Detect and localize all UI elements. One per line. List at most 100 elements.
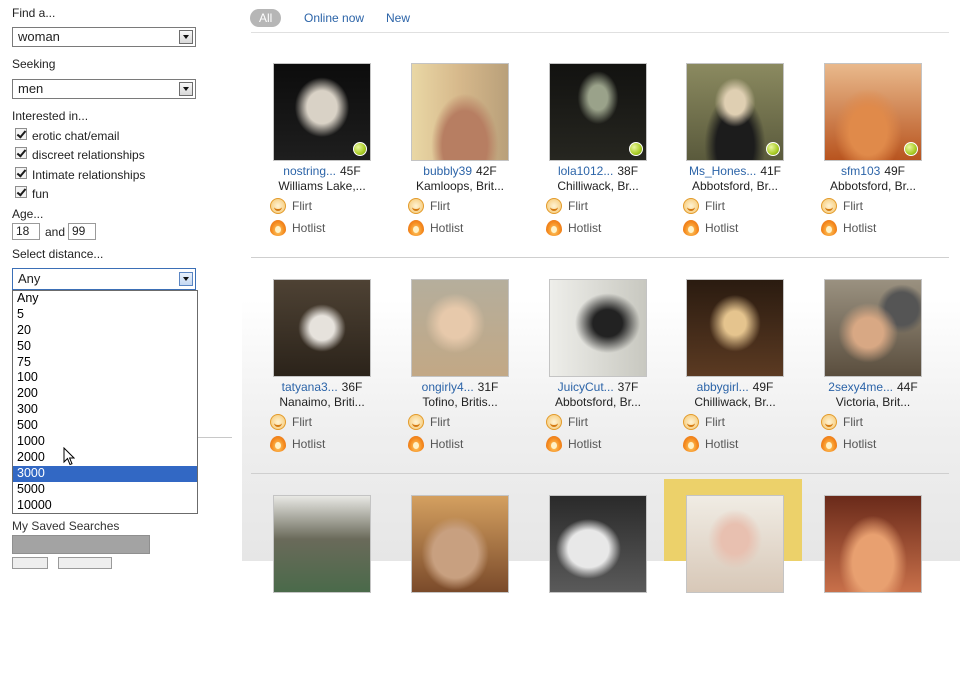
profile-photo[interactable] xyxy=(549,63,647,161)
profile-card[interactable]: Ms_Hones... 41F Abbotsford, Br... Flirt Hotl… xyxy=(677,63,797,253)
distance-option[interactable]: 3000 xyxy=(13,465,197,482)
tab-all[interactable]: All xyxy=(250,9,282,27)
profile-photo[interactable] xyxy=(824,63,922,161)
profile-card[interactable]: nostring... 45F Williams Lake,... Flirt Hotl… xyxy=(264,63,384,253)
profile-photo[interactable] xyxy=(686,279,784,377)
results-panel: All Online now New nostring... 45F William… xyxy=(232,0,960,593)
profile-card[interactable]: abbygirl... 49F Chilliwack, Br... Flirt Hotl… xyxy=(677,279,797,469)
interest-label-erotic-chat: erotic chat/email xyxy=(32,129,120,143)
profile-card[interactable] xyxy=(677,495,797,685)
profile-photo[interactable] xyxy=(273,495,371,593)
profile-card[interactable]: ongirly4... 31F Tofino, Britis... Flirt Hotl… xyxy=(402,279,522,469)
distance-option[interactable]: 10000 xyxy=(13,498,197,514)
distance-option[interactable]: 50 xyxy=(13,339,197,355)
profile-photo[interactable] xyxy=(411,63,509,161)
distance-option[interactable]: 200 xyxy=(13,386,197,402)
profile-photo[interactable] xyxy=(549,279,647,377)
flirt-label: Flirt xyxy=(705,199,725,213)
distance-label: Select distance... xyxy=(12,247,104,261)
interest-checkbox-erotic-chat[interactable] xyxy=(15,128,27,140)
distance-option[interactable]: Any xyxy=(13,291,197,307)
chevron-down-icon[interactable] xyxy=(179,82,193,96)
find-select[interactable]: woman xyxy=(12,27,196,47)
interest-checkbox-fun[interactable] xyxy=(15,186,27,198)
seeking-select-value: men xyxy=(18,81,44,96)
profile-name-link[interactable]: Ms_Hones... xyxy=(689,164,756,178)
profile-name-link[interactable]: nostring... xyxy=(283,164,336,178)
distance-option[interactable]: 2000 xyxy=(13,450,197,466)
chevron-down-icon[interactable] xyxy=(179,30,193,44)
distance-option[interactable]: 100 xyxy=(13,370,197,386)
online-status-icon xyxy=(904,142,918,156)
profile-photo[interactable] xyxy=(686,63,784,161)
hotlist-flame-icon xyxy=(821,220,837,236)
saved-search-button[interactable] xyxy=(12,557,48,569)
age-label: Age... xyxy=(12,207,44,221)
distance-option[interactable]: 300 xyxy=(13,402,197,418)
profile-name-link[interactable]: 2sexy4me... xyxy=(828,380,893,394)
profile-card[interactable]: bubbly39 42F Kamloops, Brit... Flirt Hotlist xyxy=(402,63,522,253)
hotlist-label: Hotlist xyxy=(705,437,739,451)
distance-option[interactable]: 5 xyxy=(13,307,197,323)
find-select-value: woman xyxy=(18,29,60,44)
profile-name-link[interactable]: JuicyCut... xyxy=(558,380,614,394)
profile-card[interactable] xyxy=(815,495,935,685)
profile-name-link[interactable]: bubbly39 xyxy=(423,164,472,178)
profile-photo[interactable] xyxy=(824,495,922,593)
profile-location: Williams Lake,... xyxy=(278,179,366,193)
profile-photo[interactable] xyxy=(686,495,784,593)
profile-name-link[interactable]: lola1012... xyxy=(558,164,613,178)
profile-name-line: bubbly39 42F xyxy=(402,164,518,178)
flirt-label: Flirt xyxy=(292,199,312,213)
seeking-select[interactable]: men xyxy=(12,79,196,99)
tab-online-now[interactable]: Online now xyxy=(304,9,364,27)
profile-photo[interactable] xyxy=(273,279,371,377)
interest-checkbox-discreet[interactable] xyxy=(15,147,27,159)
distance-option[interactable]: 500 xyxy=(13,418,197,434)
online-status-icon xyxy=(353,142,367,156)
profile-card[interactable] xyxy=(402,495,522,685)
distance-option[interactable]: 1000 xyxy=(13,434,197,450)
hotlist-flame-icon xyxy=(408,220,424,236)
profile-card[interactable]: JuicyCut... 37F Abbotsford, Br... Flirt Hotl… xyxy=(540,279,660,469)
profile-photo[interactable] xyxy=(273,63,371,161)
flirt-icon xyxy=(270,198,286,214)
profile-photo[interactable] xyxy=(549,495,647,593)
profile-name-line: tatyana3... 36F xyxy=(264,380,380,394)
distance-option[interactable]: 75 xyxy=(13,355,197,371)
hotlist-flame-icon xyxy=(270,220,286,236)
saved-searches-select[interactable] xyxy=(12,535,150,554)
profile-age: 45F xyxy=(340,164,361,178)
profile-name-link[interactable]: ongirly4... xyxy=(422,380,474,394)
interest-label-fun: fun xyxy=(32,187,49,201)
divider xyxy=(251,257,949,258)
distance-dropdown-list: Any 5 20 50 75 100 200 300 500 1000 2000 3000 5000 10… xyxy=(12,290,198,514)
profile-name-link[interactable]: tatyana3... xyxy=(282,380,338,394)
profile-photo[interactable] xyxy=(824,279,922,377)
profile-name-link[interactable]: sfm103 xyxy=(841,164,880,178)
hotlist-flame-icon xyxy=(821,436,837,452)
profile-photo[interactable] xyxy=(411,279,509,377)
age-max-input[interactable]: 99 xyxy=(68,223,96,240)
profile-card[interactable]: lola1012... 38F Chilliwack, Br... Flirt Hotl… xyxy=(540,63,660,253)
flirt-label: Flirt xyxy=(292,415,312,429)
profile-card[interactable]: tatyana3... 36F Nanaimo, Briti... Flirt Hotl… xyxy=(264,279,384,469)
age-and-label: and xyxy=(45,225,66,239)
profile-location: Victoria, Brit... xyxy=(835,395,911,409)
profile-photo[interactable] xyxy=(411,495,509,593)
profile-card[interactable]: sfm103 49F Abbotsford, Br... Flirt Hotlist xyxy=(815,63,935,253)
age-min-input[interactable]: 18 xyxy=(12,223,40,240)
interest-checkbox-intimate[interactable] xyxy=(15,167,27,179)
profile-card[interactable] xyxy=(540,495,660,685)
saved-search-button[interactable] xyxy=(58,557,112,569)
profile-card[interactable]: 2sexy4me... 44F Victoria, Brit... Flirt Hotl… xyxy=(815,279,935,469)
distance-option[interactable]: 5000 xyxy=(13,482,197,498)
distance-select-value: Any xyxy=(18,271,41,286)
tab-new[interactable]: New xyxy=(386,9,410,27)
distance-option[interactable]: 20 xyxy=(13,323,197,339)
profile-card[interactable] xyxy=(264,495,384,685)
chevron-down-icon[interactable] xyxy=(179,272,193,286)
profile-name-line: ongirly4... 31F xyxy=(402,380,518,394)
distance-select[interactable]: Any xyxy=(12,268,196,290)
profile-name-link[interactable]: abbygirl... xyxy=(697,380,749,394)
